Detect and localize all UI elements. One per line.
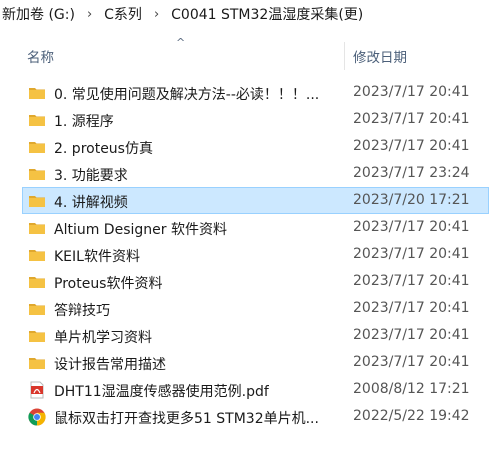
- file-row[interactable]: 设计报告常用描述 2023/7/17 20:41: [22, 349, 489, 376]
- file-date: 2023/7/17 20:41: [353, 246, 470, 262]
- folder-icon: [28, 246, 46, 264]
- file-row[interactable]: 3. 功能要求 2023/7/17 23:24: [22, 160, 489, 187]
- file-row[interactable]: 答辩技巧 2023/7/17 20:41: [22, 295, 489, 322]
- file-row[interactable]: 鼠标双击打开查找更多51 STM32单片机... 2022/5/22 19:42: [22, 403, 489, 430]
- folder-icon: [28, 84, 46, 102]
- file-date: 2023/7/17 20:41: [353, 354, 470, 370]
- file-name: Altium Designer 软件资料: [54, 222, 227, 238]
- folder-icon: [28, 165, 46, 183]
- folder-icon: [28, 273, 46, 291]
- file-date: 2023/7/17 20:41: [353, 138, 470, 154]
- file-name: 单片机学习资料: [54, 330, 152, 346]
- file-row[interactable]: KEIL软件资料 2023/7/17 20:41: [22, 241, 489, 268]
- file-row[interactable]: 0. 常见使用问题及解决方法--必读！！！... 2023/7/17 20:41: [22, 79, 489, 106]
- folder-icon: [28, 219, 46, 237]
- file-date: 2023/7/17 23:24: [353, 165, 470, 181]
- file-name: 3. 功能要求: [54, 168, 128, 184]
- file-row[interactable]: Proteus软件资料 2023/7/17 20:41: [22, 268, 489, 295]
- file-row[interactable]: DHT11湿温度传感器使用范例.pdf 2008/8/12 17:21: [22, 376, 489, 403]
- breadcrumb-current-folder[interactable]: C0041 STM32温湿度采集(更): [169, 4, 365, 24]
- file-date: 2023/7/17 20:41: [353, 219, 470, 235]
- breadcrumb: 新加卷 (G:) › C系列 › C0041 STM32温湿度采集(更): [0, 0, 489, 28]
- column-divider[interactable]: [344, 42, 345, 70]
- file-name: 设计报告常用描述: [54, 357, 166, 373]
- sort-ascending-icon: ^: [176, 36, 186, 49]
- file-date: 2022/5/22 19:42: [353, 408, 470, 424]
- file-row[interactable]: 4. 讲解视频 2023/7/20 17:21: [22, 187, 489, 214]
- folder-icon: [28, 327, 46, 345]
- file-name: 鼠标双击打开查找更多51 STM32单片机...: [54, 411, 319, 427]
- column-name-header[interactable]: 名称: [27, 46, 54, 66]
- file-list: 0. 常见使用问题及解决方法--必读！！！... 2023/7/17 20:41 1…: [0, 79, 489, 430]
- folder-icon: [28, 354, 46, 372]
- file-date: 2023/7/17 20:41: [353, 300, 470, 316]
- file-name: DHT11湿温度传感器使用范例.pdf: [54, 384, 269, 400]
- pdf-icon: [28, 381, 46, 399]
- folder-icon: [28, 192, 46, 210]
- file-row[interactable]: 单片机学习资料 2023/7/17 20:41: [22, 322, 489, 349]
- folder-icon: [28, 300, 46, 318]
- file-date: 2008/8/12 17:21: [353, 381, 470, 397]
- chevron-right-icon[interactable]: ›: [144, 7, 169, 22]
- file-name: 答辩技巧: [54, 303, 110, 319]
- folder-icon: [28, 138, 46, 156]
- file-row[interactable]: Altium Designer 软件资料 2023/7/17 20:41: [22, 214, 489, 241]
- column-header: 名称 ^ 修改日期: [0, 36, 489, 72]
- file-name: 2. proteus仿真: [54, 141, 153, 157]
- file-name: KEIL软件资料: [54, 249, 140, 265]
- folder-icon: [28, 111, 46, 129]
- file-name: 4. 讲解视频: [54, 195, 128, 211]
- file-row[interactable]: 2. proteus仿真 2023/7/17 20:41: [22, 133, 489, 160]
- file-name: 1. 源程序: [54, 114, 114, 130]
- breadcrumb-drive[interactable]: 新加卷 (G:): [0, 4, 77, 24]
- file-date: 2023/7/20 17:21: [353, 192, 470, 208]
- file-date: 2023/7/17 20:41: [353, 84, 470, 100]
- file-date: 2023/7/17 20:41: [353, 273, 470, 289]
- file-row[interactable]: 1. 源程序 2023/7/17 20:41: [22, 106, 489, 133]
- chevron-right-icon[interactable]: ›: [77, 7, 102, 22]
- file-name: 0. 常见使用问题及解决方法--必读！！！...: [54, 87, 320, 103]
- column-date-header[interactable]: 修改日期: [353, 46, 407, 66]
- breadcrumb-folder-c-series[interactable]: C系列: [102, 4, 144, 24]
- file-name: Proteus软件资料: [54, 276, 163, 292]
- file-date: 2023/7/17 20:41: [353, 111, 470, 127]
- file-date: 2023/7/17 20:41: [353, 327, 470, 343]
- chrome-icon: [28, 408, 46, 426]
